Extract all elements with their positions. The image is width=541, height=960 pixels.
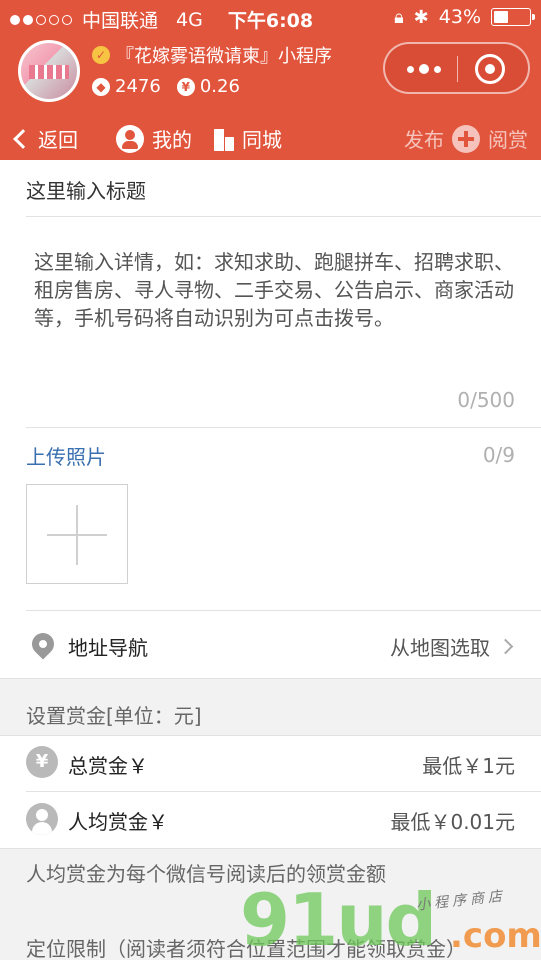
user-icon — [116, 124, 144, 153]
mine-button[interactable]: 我的 — [116, 124, 192, 153]
reward-section-title: 设置赏金[单位：元] — [26, 704, 202, 728]
building-icon — [214, 127, 234, 151]
stat-count: 2476 — [115, 76, 161, 97]
total-reward-label: 总赏金￥ — [68, 754, 148, 778]
back-label: 返回 — [38, 128, 78, 152]
battery-percent: 43% — [438, 6, 481, 28]
choose-from-map-label: 从地图选取 — [390, 636, 490, 660]
per-reward-placeholder: 最低￥0.01元 — [390, 810, 515, 834]
title-input[interactable]: 这里输入标题 — [26, 175, 146, 204]
detail-counter: 0/500 — [457, 388, 515, 412]
choose-from-map-button[interactable]: 从地图选取 — [390, 632, 515, 661]
total-reward-placeholder: 最低￥1元 — [422, 754, 515, 778]
upload-counter: 0/9 — [482, 443, 515, 467]
verified-icon: ✓ — [92, 46, 110, 64]
address-label: 地址导航 — [68, 636, 148, 660]
app-stats: ◆ 2476 ¥ 0.26 — [92, 76, 240, 97]
app-title: 『花嫁雾语微请柬』小程序 — [116, 46, 332, 67]
per-reward-input[interactable]: 最低￥0.01元 — [390, 806, 515, 835]
rotation-lock-icon: 🔒︎ — [394, 6, 404, 28]
yuan-icon: ¥ — [26, 746, 58, 778]
diamond-icon: ◆ — [92, 77, 110, 96]
top-nav: 返回 我的 同城 发布 阅赏 — [0, 118, 541, 158]
watermark-main: 91ud — [240, 878, 437, 960]
watermark-suffix: .com — [450, 916, 541, 956]
per-reward-label: 人均赏金￥ — [68, 810, 168, 834]
form-main — [0, 160, 541, 678]
more-menu-icon[interactable] — [403, 56, 445, 82]
close-miniprogram-icon[interactable] — [475, 54, 505, 84]
publish-button[interactable]: 发布 阅赏 — [404, 124, 528, 153]
yuan-icon: ¥ — [176, 77, 195, 96]
chevron-right-icon — [497, 638, 514, 655]
back-button[interactable]: 返回 — [12, 124, 78, 153]
upload-photo-label: 上传照片 — [26, 445, 106, 469]
reward-label: 阅赏 — [488, 128, 528, 152]
status-bar: 中国联通 4G 下午6:08 🔒︎ ✱ 43% — [0, 0, 541, 36]
app-header: ✓ 『花嫁雾语微请柬』小程序 ◆ 2476 ¥ 0.26 返回 我的 同城 发布… — [0, 36, 541, 160]
total-reward-input[interactable]: 最低￥1元 — [422, 750, 515, 779]
city-button[interactable]: 同城 — [214, 124, 282, 153]
city-label: 同城 — [242, 128, 282, 152]
battery-icon — [491, 8, 535, 26]
app-title-row: ✓ 『花嫁雾语微请柬』小程序 — [92, 42, 332, 68]
add-photo-button[interactable] — [26, 484, 128, 584]
publish-label: 发布 — [404, 128, 444, 152]
mine-label: 我的 — [152, 128, 192, 152]
app-avatar[interactable] — [18, 40, 80, 102]
chevron-left-icon — [13, 128, 33, 149]
watermark-logo: 91ud .com 小程序商店 — [240, 878, 541, 960]
person-icon — [26, 803, 58, 835]
stat-money: 0.26 — [199, 76, 240, 97]
plus-circle-icon — [452, 124, 480, 153]
detail-textarea[interactable]: 这里输入详情，如：求知求助、跑腿拼车、招聘求职、租房售房、寻人寻物、二手交易、公… — [34, 248, 514, 332]
miniprogram-capsule — [383, 42, 530, 94]
bluetooth-icon: ✱ — [413, 6, 429, 28]
